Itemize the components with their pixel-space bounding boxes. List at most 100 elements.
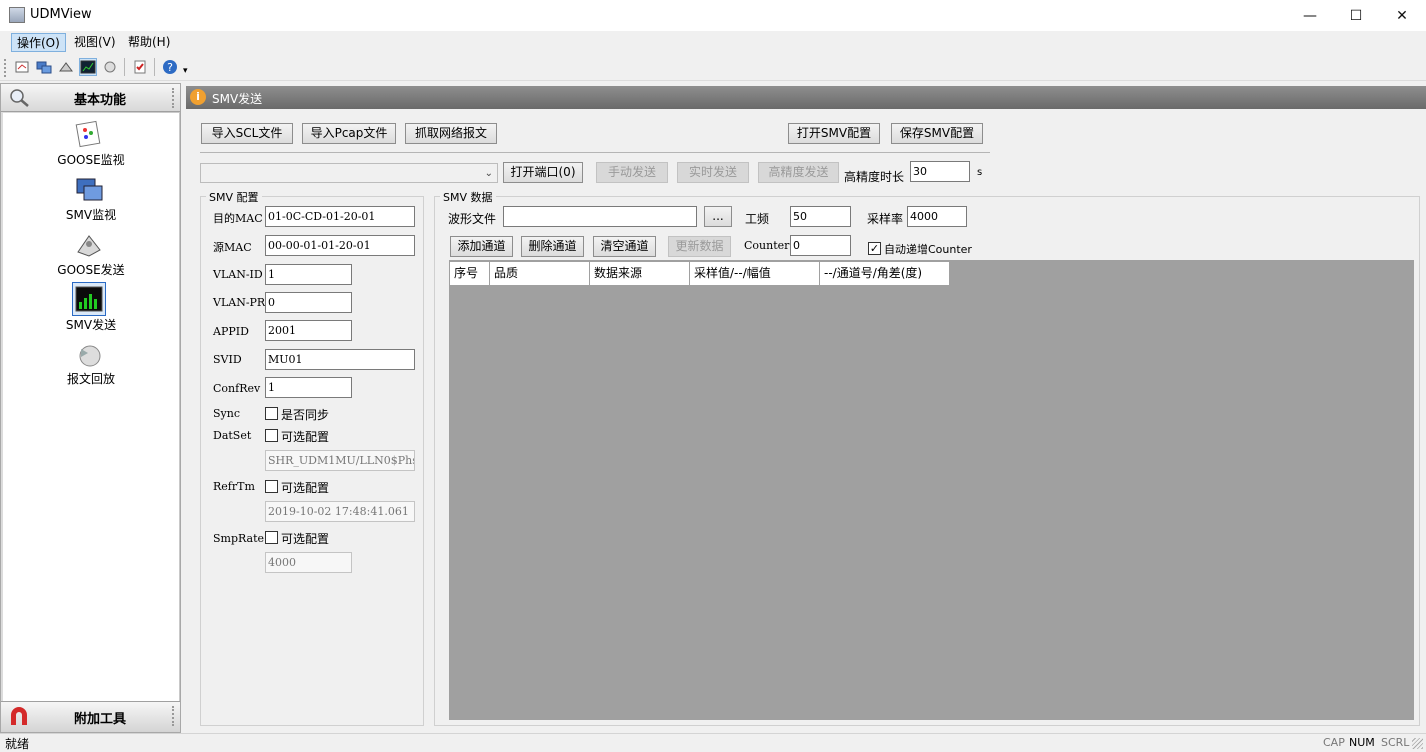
toolbar (0, 54, 1426, 81)
close-button[interactable]: ✕ (1379, 0, 1425, 31)
high-precision-send-button[interactable]: 高精度发送 (758, 162, 839, 183)
svg-text:?: ? (167, 61, 173, 74)
nav-label-goose-send[interactable]: GOOSE发送 (3, 261, 179, 278)
smprate-input[interactable]: 4000 (265, 552, 352, 573)
menu-bar (0, 31, 1426, 54)
nav-label-replay[interactable]: 报文回放 (3, 370, 179, 387)
status-text: 就绪 (5, 737, 30, 751)
sample-rate-input[interactable]: 4000 (907, 206, 967, 227)
freq-input[interactable]: 50 (790, 206, 851, 227)
replay-icon[interactable] (101, 58, 119, 76)
vlan-pri-input[interactable]: 0 (265, 292, 352, 313)
datset-checkbox[interactable] (265, 429, 278, 442)
auto-counter-checkbox[interactable]: ✓ (868, 242, 881, 255)
open-port-button[interactable]: 打开端口(0) (503, 162, 583, 183)
info-icon: i (190, 89, 206, 105)
maximize-button[interactable]: ☐ (1333, 0, 1379, 31)
toolbar-separator (154, 58, 155, 76)
src-mac-label: 源MAC (213, 241, 252, 254)
vlan-id-input[interactable]: 1 (265, 264, 352, 285)
magnifier-icon (8, 88, 30, 111)
goose-monitor-icon[interactable] (72, 118, 106, 152)
menu-operate[interactable]: 操作(O) (11, 33, 66, 52)
smv-config-title: SMV 配置 (206, 189, 262, 205)
browse-button[interactable]: ... (704, 206, 732, 227)
smv-monitor-icon[interactable] (72, 173, 106, 207)
delete-channel-button[interactable]: 删除通道 (521, 236, 584, 257)
import-pcap-button[interactable]: 导入Pcap文件 (302, 123, 396, 144)
confrev-label: ConfRev (213, 382, 261, 395)
confrev-input[interactable]: 1 (265, 377, 352, 398)
left-panel-footer-title: 附加工具 (73, 712, 126, 727)
update-data-button[interactable]: 更新数据 (668, 236, 731, 257)
smprate-checkbox-label[interactable]: 可选配置 (281, 530, 329, 547)
auto-counter-label[interactable]: 自动递增Counter (884, 241, 972, 257)
port-select[interactable]: ⌄ (200, 163, 498, 183)
send-icon[interactable] (57, 58, 75, 76)
src-mac-input[interactable]: 00-00-01-01-20-01 (265, 235, 415, 256)
menu-view[interactable]: 视图(V) (69, 33, 121, 52)
refrtm-checkbox[interactable] (265, 480, 278, 493)
add-channel-button[interactable]: 添加通道 (450, 236, 513, 257)
panel-grip[interactable] (172, 88, 174, 108)
channel-grid[interactable] (449, 260, 1414, 720)
chart-icon[interactable] (79, 58, 97, 76)
menu-help[interactable]: 帮助(H) (123, 33, 175, 52)
column-header[interactable]: 数据来源 (590, 262, 690, 286)
minimize-button[interactable]: — (1287, 0, 1333, 31)
help-icon[interactable]: ? (161, 58, 179, 76)
column-header[interactable]: 序号 (450, 262, 490, 286)
monitor-icon[interactable] (35, 58, 53, 76)
open-icon[interactable] (13, 58, 31, 76)
nav-label-smv-monitor[interactable]: SMV监视 (3, 206, 179, 223)
smv-send-icon[interactable] (72, 282, 106, 316)
nav-label-goose-monitor[interactable]: GOOSE监视 (3, 151, 179, 168)
import-scl-button[interactable]: 导入SCL文件 (201, 123, 293, 144)
toolbar-overflow-icon[interactable]: ▾ (183, 66, 188, 76)
sample-rate-label: 采样率 (867, 212, 904, 226)
open-config-button[interactable]: 打开SMV配置 (788, 123, 880, 144)
goose-send-icon[interactable] (72, 228, 106, 262)
title-bar (0, 0, 1426, 31)
refrtm-checkbox-label[interactable]: 可选配置 (281, 479, 329, 496)
smv-data-title: SMV 数据 (440, 189, 496, 205)
clear-channel-button[interactable]: 清空通道 (593, 236, 656, 257)
scroll-indicator: SCRL (1381, 736, 1410, 749)
content-title: SMV发送 (212, 92, 263, 106)
svid-input[interactable]: MU01 (265, 349, 415, 370)
manual-send-button[interactable]: 手动发送 (596, 162, 668, 183)
sync-checkbox[interactable] (265, 407, 278, 420)
hp-duration-unit: s (977, 167, 983, 178)
datset-input[interactable]: SHR_UDM1MU/LLN0$PhsMeas1 (265, 450, 415, 471)
nav-label-smv-send[interactable]: SMV发送 (3, 316, 179, 333)
svid-label: SVID (213, 353, 242, 366)
toolbar-separator (124, 58, 125, 76)
panel-grip[interactable] (172, 706, 174, 726)
hp-duration-input[interactable]: 30 (910, 161, 970, 182)
replay-icon[interactable] (72, 338, 106, 372)
dst-mac-input[interactable]: 01-0C-CD-01-20-01 (265, 206, 415, 227)
column-header[interactable]: 采样值/--/幅值 (690, 262, 820, 286)
resize-grip[interactable] (1412, 738, 1423, 749)
app-icon (9, 7, 25, 23)
realtime-send-button[interactable]: 实时发送 (677, 162, 749, 183)
column-header[interactable]: --/通道号/角差(度) (820, 262, 950, 286)
refrtm-input[interactable]: 2019-10-02 17:48:41.061 (265, 501, 415, 522)
counter-input[interactable]: 0 (790, 235, 851, 256)
capture-button[interactable]: 抓取网络报文 (405, 123, 497, 144)
datset-checkbox-label[interactable]: 可选配置 (281, 428, 329, 445)
window-title: UDMView (30, 7, 92, 22)
dst-mac-label: 目的MAC (213, 212, 263, 225)
checklist-icon[interactable] (131, 58, 149, 76)
sync-checkbox-label[interactable]: 是否同步 (281, 406, 329, 423)
save-config-button[interactable]: 保存SMV配置 (891, 123, 983, 144)
appid-label: APPID (213, 325, 249, 338)
caps-indicator: CAP (1323, 736, 1345, 749)
appid-input[interactable]: 2001 (265, 320, 352, 341)
column-header[interactable]: 品质 (490, 262, 590, 286)
toolbar-grip[interactable] (4, 59, 7, 77)
sync-label: Sync (213, 407, 240, 420)
wave-file-input[interactable] (503, 206, 697, 227)
status-bar (0, 733, 1426, 752)
smprate-checkbox[interactable] (265, 531, 278, 544)
